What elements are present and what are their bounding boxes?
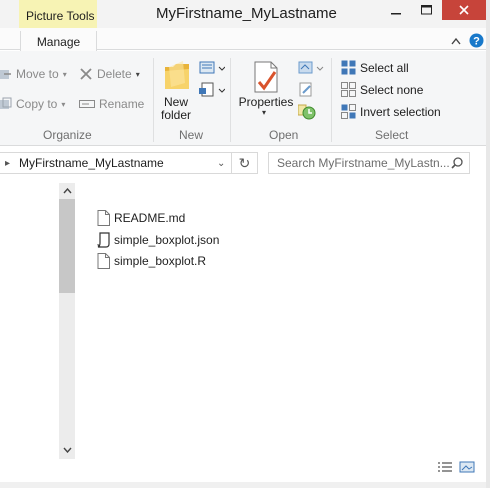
file-name: README.md	[114, 211, 186, 225]
new-item-button[interactable]	[199, 61, 226, 78]
window-border-right	[486, 0, 490, 488]
select-none-button[interactable]: Select none	[341, 82, 423, 97]
tab-manage[interactable]: Manage	[20, 31, 97, 51]
file-item[interactable]: simple_boxplot.json	[97, 232, 219, 248]
rename-label: Rename	[99, 97, 145, 111]
ribbon-separator	[230, 58, 231, 142]
new-group-label: New	[179, 128, 204, 142]
help-icon[interactable]: ?	[469, 33, 484, 48]
invert-selection-label: Invert selection	[360, 104, 441, 119]
refresh-button[interactable]: ↻	[231, 152, 257, 174]
chevron-down-icon: ▾	[262, 108, 267, 117]
move-to-label: Move to	[16, 67, 59, 81]
chevron-right-icon[interactable]: ▸	[5, 158, 10, 169]
new-folder-label: New folder	[158, 96, 194, 122]
rename-icon	[79, 100, 95, 108]
select-all-label: Select all	[360, 60, 409, 75]
easy-access-icon	[199, 82, 226, 97]
copy-to-icon	[0, 97, 12, 109]
search-box[interactable]: Search MyFirstname_MyLastn...	[268, 152, 470, 174]
address-path[interactable]: MyFirstname_MyLastname	[19, 156, 164, 170]
properties-button[interactable]	[251, 60, 281, 97]
ribbon-controls: ?	[451, 33, 484, 48]
chevron-down-icon[interactable]: ⌄	[217, 158, 225, 169]
history-button[interactable]	[297, 104, 316, 123]
close-button[interactable]	[442, 0, 486, 20]
view-switcher	[437, 461, 475, 473]
script-file-icon	[97, 232, 110, 248]
move-to-button[interactable]: Move to ▾	[0, 67, 67, 81]
edit-icon	[299, 82, 312, 97]
new-folder-button[interactable]	[163, 59, 191, 94]
document-icon	[97, 210, 110, 226]
select-none-label: Select none	[360, 82, 424, 97]
details-view-icon[interactable]	[437, 461, 453, 473]
picture-tools-tab-group: Picture Tools	[19, 0, 97, 31]
new-item-icon	[199, 61, 226, 74]
select-all-button[interactable]: Select all	[341, 60, 409, 75]
invert-selection-icon	[341, 104, 356, 119]
chevron-down-icon: ▾	[135, 69, 140, 79]
minimize-button[interactable]	[381, 0, 411, 20]
properties-icon	[254, 61, 278, 93]
status-bar	[0, 459, 490, 482]
refresh-icon: ↻	[238, 154, 251, 171]
maximize-icon	[421, 5, 432, 15]
open-icon	[298, 61, 324, 74]
delete-button[interactable]: Delete ▾	[79, 67, 140, 81]
chevron-down-icon: ▾	[62, 69, 67, 79]
new-folder-icon	[165, 61, 189, 89]
ribbon-separator	[153, 58, 154, 142]
close-icon	[459, 5, 469, 15]
open-group-label: Open	[269, 128, 299, 142]
search-input[interactable]: Search MyFirstname_MyLastn...	[277, 156, 450, 170]
search-icon[interactable]	[451, 157, 463, 169]
move-to-icon	[0, 70, 11, 79]
scroll-up-arrow-icon[interactable]	[59, 183, 75, 199]
minimize-icon	[391, 13, 401, 15]
ribbon-separator	[331, 58, 332, 142]
large-icons-view-icon[interactable]	[459, 461, 475, 473]
scrollbar-thumb[interactable]	[59, 199, 75, 293]
file-name: simple_boxplot.R	[114, 254, 207, 268]
collapse-ribbon-icon[interactable]	[451, 37, 461, 45]
organize-group-label: Organize	[43, 128, 92, 142]
maximize-button[interactable]	[411, 0, 442, 20]
new-folder-label-line2: folder	[160, 108, 192, 122]
delete-label: Delete	[97, 67, 132, 81]
chevron-down-icon: ▾	[61, 99, 66, 109]
select-all-icon	[341, 60, 356, 75]
file-item[interactable]: simple_boxplot.R	[97, 253, 206, 269]
select-none-icon	[341, 82, 356, 97]
copy-to-label: Copy to	[16, 97, 58, 111]
copy-to-button[interactable]: Copy to ▾	[0, 97, 65, 111]
edit-button[interactable]	[298, 82, 314, 101]
document-icon	[97, 253, 110, 269]
rename-button[interactable]: Rename	[79, 97, 144, 111]
invert-selection-button[interactable]: Invert selection	[341, 104, 441, 119]
delete-icon	[80, 68, 92, 80]
address-bar[interactable]: ▸ MyFirstname_MyLastname ⌄	[0, 152, 258, 174]
easy-access-button[interactable]	[199, 82, 226, 101]
file-item[interactable]: README.md	[97, 210, 185, 226]
window-border-bottom	[0, 482, 490, 488]
window-title: MyFirstname_MyLastname	[156, 5, 337, 22]
history-icon	[297, 104, 316, 120]
svg-text:?: ?	[473, 36, 480, 48]
file-name: simple_boxplot.json	[114, 233, 220, 247]
open-button[interactable]	[298, 60, 324, 79]
scroll-down-arrow-icon[interactable]	[59, 442, 75, 458]
select-group-label: Select	[375, 128, 409, 142]
